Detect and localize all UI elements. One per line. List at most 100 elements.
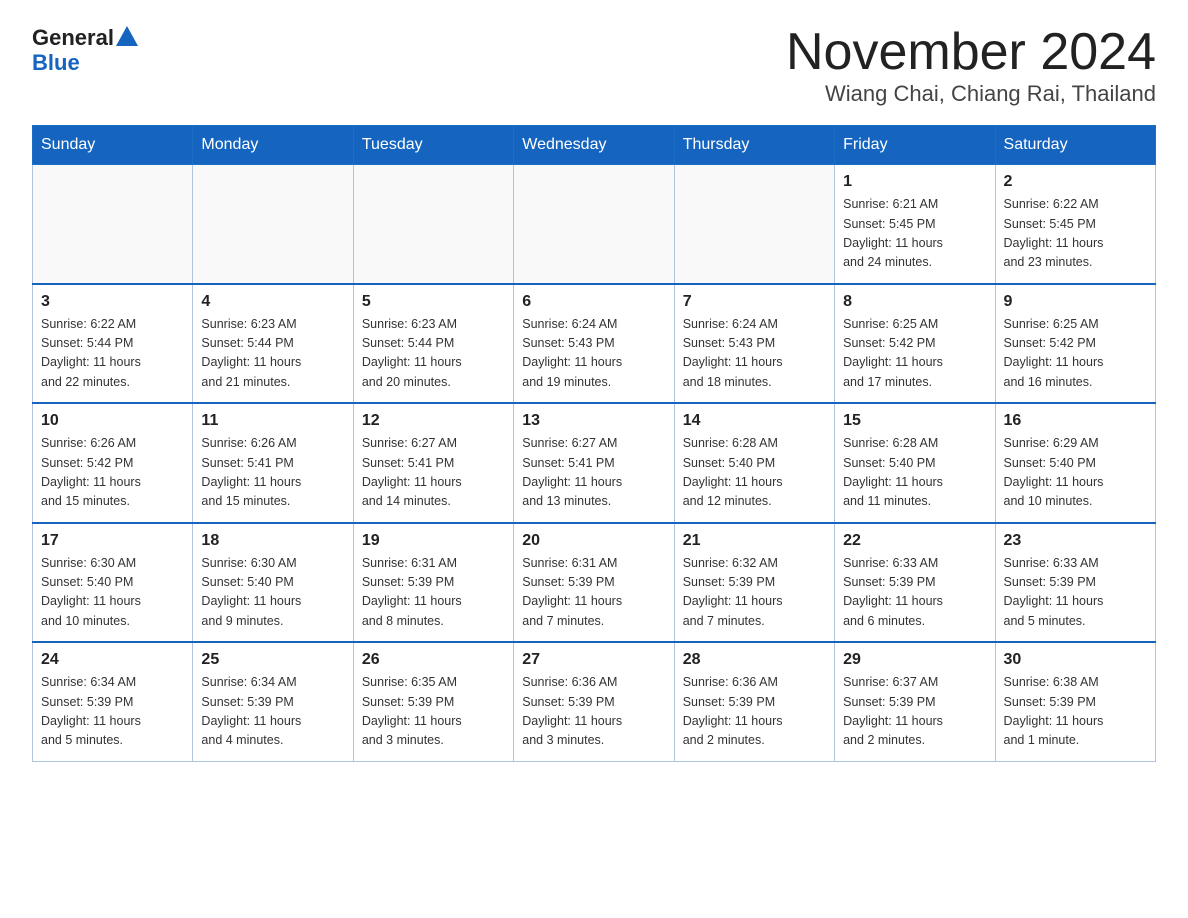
header-tuesday: Tuesday: [353, 126, 513, 165]
table-row: 15 Sunrise: 6:28 AMSunset: 5:40 PMDayligh…: [835, 403, 995, 523]
calendar-week-row: 24 Sunrise: 6:34 AMSunset: 5:39 PMDayligh…: [33, 642, 1156, 761]
day-number: 27: [522, 651, 665, 669]
table-row: [514, 165, 674, 284]
day-info: Sunrise: 6:25 AMSunset: 5:42 PMDaylight:…: [1004, 315, 1147, 393]
table-row: 10 Sunrise: 6:26 AMSunset: 5:42 PMDayligh…: [33, 403, 193, 523]
table-row: 29Sunrise: 6:37 AMSunset: 5:39 PMDayligh…: [835, 642, 995, 761]
day-info: Sunrise: 6:28 AMSunset: 5:40 PMDaylight:…: [843, 434, 986, 512]
calendar-table: Sunday Monday Tuesday Wednesday Thursday…: [32, 125, 1156, 762]
logo-arrow-icon: [116, 24, 138, 52]
table-row: 13 Sunrise: 6:27 AMSunset: 5:41 PMDayligh…: [514, 403, 674, 523]
day-number: 28: [683, 651, 826, 669]
day-info: Sunrise: 6:28 AMSunset: 5:40 PMDaylight:…: [683, 434, 826, 512]
table-row: 8Sunrise: 6:25 AMSunset: 5:42 PMDaylight…: [835, 284, 995, 404]
day-number: 3: [41, 293, 184, 311]
title-area: November 2024 Wiang Chai, Chiang Rai, Th…: [786, 24, 1156, 107]
day-info: Sunrise: 6:33 AMSunset: 5:39 PMDaylight:…: [843, 554, 986, 632]
table-row: 23 Sunrise: 6:33 AMSunset: 5:39 PMDayligh…: [995, 523, 1155, 643]
calendar-week-row: 1 Sunrise: 6:21 AMSunset: 5:45 PMDaylight…: [33, 165, 1156, 284]
day-info: Sunrise: 6:29 AMSunset: 5:40 PMDaylight:…: [1004, 434, 1147, 512]
day-number: 15: [843, 412, 986, 430]
day-number: 25: [201, 651, 344, 669]
table-row: 28 Sunrise: 6:36 AMSunset: 5:39 PMDayligh…: [674, 642, 834, 761]
day-number: 12: [362, 412, 505, 430]
header-wednesday: Wednesday: [514, 126, 674, 165]
day-info: Sunrise: 6:27 AMSunset: 5:41 PMDaylight:…: [362, 434, 505, 512]
table-row: 18Sunrise: 6:30 AMSunset: 5:40 PMDayligh…: [193, 523, 353, 643]
day-number: 9: [1004, 293, 1147, 311]
logo-blue-text: Blue: [32, 52, 138, 74]
table-row: 22 Sunrise: 6:33 AMSunset: 5:39 PMDayligh…: [835, 523, 995, 643]
table-row: 5 Sunrise: 6:23 AMSunset: 5:44 PMDaylight…: [353, 284, 513, 404]
day-info: Sunrise: 6:26 AMSunset: 5:41 PMDaylight:…: [201, 434, 344, 512]
subtitle: Wiang Chai, Chiang Rai, Thailand: [786, 81, 1156, 107]
table-row: 7Sunrise: 6:24 AMSunset: 5:43 PMDaylight…: [674, 284, 834, 404]
table-row: 16 Sunrise: 6:29 AMSunset: 5:40 PMDayligh…: [995, 403, 1155, 523]
day-number: 22: [843, 532, 986, 550]
header: General Blue November 2024 Wiang Chai, C…: [32, 24, 1156, 107]
table-row: [353, 165, 513, 284]
logo-general-text: General: [32, 25, 114, 51]
day-info: Sunrise: 6:26 AMSunset: 5:42 PMDaylight:…: [41, 434, 184, 512]
day-info: Sunrise: 6:38 AMSunset: 5:39 PMDaylight:…: [1004, 673, 1147, 751]
day-info: Sunrise: 6:34 AMSunset: 5:39 PMDaylight:…: [201, 673, 344, 751]
day-number: 21: [683, 532, 826, 550]
table-row: 14Sunrise: 6:28 AMSunset: 5:40 PMDayligh…: [674, 403, 834, 523]
day-info: Sunrise: 6:36 AMSunset: 5:39 PMDaylight:…: [683, 673, 826, 751]
day-info: Sunrise: 6:21 AMSunset: 5:45 PMDaylight:…: [843, 195, 986, 273]
day-number: 13: [522, 412, 665, 430]
table-row: 20 Sunrise: 6:31 AMSunset: 5:39 PMDayligh…: [514, 523, 674, 643]
logo: General Blue: [32, 24, 138, 74]
day-number: 11: [201, 412, 344, 430]
day-number: 1: [843, 173, 986, 191]
day-number: 26: [362, 651, 505, 669]
main-title: November 2024: [786, 24, 1156, 81]
day-number: 10: [41, 412, 184, 430]
day-info: Sunrise: 6:31 AMSunset: 5:39 PMDaylight:…: [522, 554, 665, 632]
day-number: 16: [1004, 412, 1147, 430]
header-friday: Friday: [835, 126, 995, 165]
day-info: Sunrise: 6:33 AMSunset: 5:39 PMDaylight:…: [1004, 554, 1147, 632]
day-info: Sunrise: 6:36 AMSunset: 5:39 PMDaylight:…: [522, 673, 665, 751]
day-info: Sunrise: 6:31 AMSunset: 5:39 PMDaylight:…: [362, 554, 505, 632]
table-row: 19 Sunrise: 6:31 AMSunset: 5:39 PMDayligh…: [353, 523, 513, 643]
table-row: [33, 165, 193, 284]
day-info: Sunrise: 6:22 AMSunset: 5:44 PMDaylight:…: [41, 315, 184, 393]
day-info: Sunrise: 6:27 AMSunset: 5:41 PMDaylight:…: [522, 434, 665, 512]
table-row: 6Sunrise: 6:24 AMSunset: 5:43 PMDaylight…: [514, 284, 674, 404]
day-number: 2: [1004, 173, 1147, 191]
day-info: Sunrise: 6:34 AMSunset: 5:39 PMDaylight:…: [41, 673, 184, 751]
table-row: [193, 165, 353, 284]
table-row: 21 Sunrise: 6:32 AMSunset: 5:39 PMDayligh…: [674, 523, 834, 643]
day-info: Sunrise: 6:30 AMSunset: 5:40 PMDaylight:…: [201, 554, 344, 632]
day-number: 24: [41, 651, 184, 669]
day-number: 6: [522, 293, 665, 311]
table-row: [674, 165, 834, 284]
table-row: 17Sunrise: 6:30 AMSunset: 5:40 PMDayligh…: [33, 523, 193, 643]
table-row: 12 Sunrise: 6:27 AMSunset: 5:41 PMDayligh…: [353, 403, 513, 523]
table-row: 30Sunrise: 6:38 AMSunset: 5:39 PMDayligh…: [995, 642, 1155, 761]
day-number: 4: [201, 293, 344, 311]
calendar-week-row: 17 Sunrise: 6:30 AMSunset: 5:40 PMDayligh…: [33, 523, 1156, 643]
day-number: 7: [683, 293, 826, 311]
day-number: 17: [41, 532, 184, 550]
day-info: Sunrise: 6:35 AMSunset: 5:39 PMDaylight:…: [362, 673, 505, 751]
day-number: 19: [362, 532, 505, 550]
day-number: 20: [522, 532, 665, 550]
table-row: 4Sunrise: 6:23 AMSunset: 5:44 PMDaylight…: [193, 284, 353, 404]
calendar-week-row: 3 Sunrise: 6:22 AMSunset: 5:44 PMDaylight…: [33, 284, 1156, 404]
table-row: 11 Sunrise: 6:26 AMSunset: 5:41 PMDayligh…: [193, 403, 353, 523]
day-number: 23: [1004, 532, 1147, 550]
day-info: Sunrise: 6:23 AMSunset: 5:44 PMDaylight:…: [362, 315, 505, 393]
day-number: 5: [362, 293, 505, 311]
header-saturday: Saturday: [995, 126, 1155, 165]
table-row: 9 Sunrise: 6:25 AMSunset: 5:42 PMDaylight…: [995, 284, 1155, 404]
table-row: 27 Sunrise: 6:36 AMSunset: 5:39 PMDayligh…: [514, 642, 674, 761]
day-info: Sunrise: 6:32 AMSunset: 5:39 PMDaylight:…: [683, 554, 826, 632]
header-thursday: Thursday: [674, 126, 834, 165]
weekday-header-row: Sunday Monday Tuesday Wednesday Thursday…: [33, 126, 1156, 165]
table-row: 3 Sunrise: 6:22 AMSunset: 5:44 PMDaylight…: [33, 284, 193, 404]
day-info: Sunrise: 6:25 AMSunset: 5:42 PMDaylight:…: [843, 315, 986, 393]
table-row: 1 Sunrise: 6:21 AMSunset: 5:45 PMDaylight…: [835, 165, 995, 284]
table-row: 24 Sunrise: 6:34 AMSunset: 5:39 PMDayligh…: [33, 642, 193, 761]
